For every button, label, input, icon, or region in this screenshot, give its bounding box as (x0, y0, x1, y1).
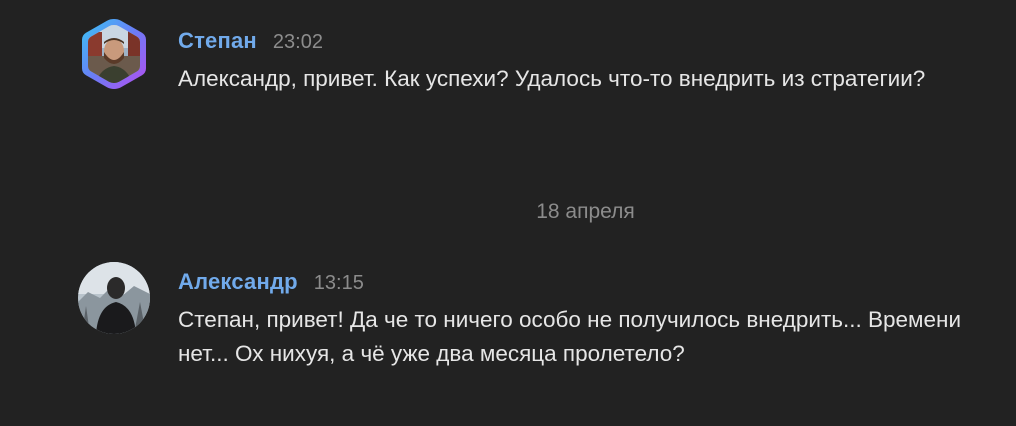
author-name[interactable]: Степан (178, 28, 257, 54)
author-name[interactable]: Александр (178, 269, 298, 295)
message-text: Александр, привет. Как успехи? Удалось ч… (178, 66, 926, 91)
message-text: Степан, привет! Да че то ничего особо не… (178, 307, 962, 366)
message-time: 13:15 (313, 272, 364, 294)
avatar-image (78, 262, 150, 334)
date-separator: 18 апреля (536, 200, 635, 223)
message-header: Степан 23:02 (178, 28, 323, 54)
message-header: Александр 13:15 (178, 269, 364, 295)
avatar[interactable] (78, 262, 150, 334)
avatar[interactable] (78, 18, 150, 90)
avatar-image (82, 19, 146, 89)
chat-history: Степан 23:02 Александр, привет. Как успе… (0, 0, 1016, 426)
message-time: 23:02 (272, 31, 323, 53)
